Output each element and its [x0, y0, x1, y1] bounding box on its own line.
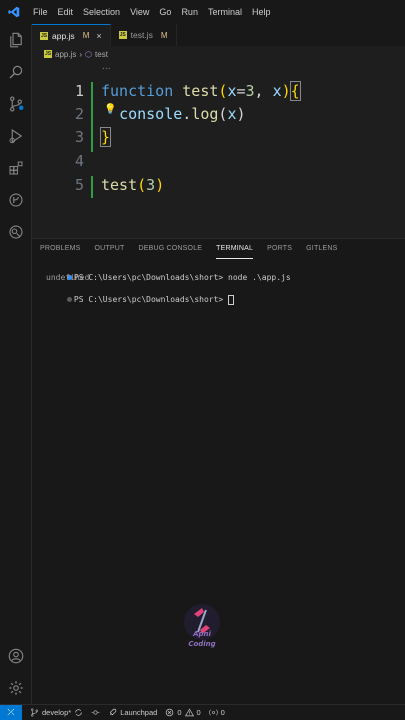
modified-indicator: M: [160, 30, 168, 40]
terminal-line: PS C:\Users\pc\Downloads\short> node .\a…: [38, 261, 291, 282]
terminal-output-line: undefined: [46, 273, 90, 282]
ports-count: 0: [220, 708, 225, 717]
code-line: 4: [32, 152, 405, 174]
git-graph-status[interactable]: [91, 708, 100, 717]
launchpad-label: Launchpad: [120, 708, 158, 717]
code-line: 1 function test(x=3, x){: [32, 81, 405, 104]
line-number: 3: [74, 128, 84, 146]
menu-file[interactable]: File: [28, 0, 53, 24]
menu-go[interactable]: Go: [154, 0, 176, 24]
js-file-icon: JS: [44, 50, 52, 58]
menu-bar: File Edit Selection View Go Run Terminal…: [0, 0, 405, 24]
panel-tabs: PROBLEMS OUTPUT DEBUG CONSOLE TERMINAL P…: [32, 239, 405, 259]
terminal-line: PS C:\Users\pc\Downloads\short>: [38, 283, 291, 305]
rocket-icon: [109, 708, 117, 716]
branch-status[interactable]: develop*: [30, 708, 83, 717]
search-icon[interactable]: [6, 62, 26, 82]
breadcrumb-file[interactable]: app.js: [55, 50, 76, 59]
menu-run[interactable]: Run: [176, 0, 203, 24]
breadcrumb-separator: ›: [79, 49, 83, 59]
vscode-logo-icon: [0, 0, 28, 24]
sticky-scroll-overflow: ...: [102, 62, 111, 72]
settings-gear-icon[interactable]: [6, 678, 26, 698]
close-tab-icon[interactable]: ×: [96, 31, 101, 41]
menu-selection[interactable]: Selection: [78, 0, 125, 24]
code-text: console.log(x): [119, 105, 246, 123]
sync-icon: [75, 709, 82, 716]
remote-connection-icon[interactable]: ⤫: [0, 704, 22, 720]
ports-status[interactable]: 0: [208, 708, 225, 717]
extensions-icon[interactable]: [6, 158, 26, 178]
error-icon: [166, 708, 174, 717]
menu-edit[interactable]: Edit: [53, 0, 79, 24]
line-number: 5: [74, 176, 84, 194]
status-bar: ⤫ develop* Launchpad 0 0 0: [0, 704, 405, 720]
watermark-text: Coding: [188, 640, 216, 648]
code-text: function test(x=3, x){: [101, 81, 301, 101]
run-debug-icon[interactable]: [6, 126, 26, 146]
warning-count: 0: [196, 708, 201, 717]
code-line: 2 console.log(x): [32, 105, 405, 127]
launchpad-status[interactable]: Launchpad: [108, 708, 157, 717]
account-icon[interactable]: [6, 646, 26, 666]
git-branch-icon: [31, 708, 38, 717]
js-file-icon: JS: [40, 31, 48, 40]
function-symbol-icon: ⬡: [85, 49, 93, 59]
line-number: 2: [74, 105, 84, 123]
code-text: test(3): [101, 176, 165, 194]
terminal-output[interactable]: PS C:\Users\pc\Downloads\short> node .\a…: [38, 261, 291, 305]
command-pending-icon: [66, 297, 72, 302]
terminal-cursor: [228, 294, 235, 305]
tab-test-js[interactable]: JS test.js M: [110, 24, 177, 46]
git-graph-icon: [91, 710, 100, 715]
tab-gitlens[interactable]: GITLENS: [306, 239, 337, 259]
tab-debug-console[interactable]: DEBUG CONSOLE: [138, 239, 202, 259]
broadcast-icon: [208, 709, 218, 716]
tab-label: app.js: [52, 30, 75, 41]
line-number: 4: [74, 152, 84, 170]
tab-label: test.js: [130, 30, 153, 40]
menu-terminal[interactable]: Terminal: [203, 0, 247, 24]
lightbulb-icon[interactable]: 💡: [104, 104, 116, 115]
editor-tab-bar: JS app.js M × JS test.js M: [32, 24, 405, 46]
menu-help[interactable]: Help: [247, 0, 276, 24]
explorer-icon[interactable]: [6, 30, 26, 50]
gitlens-icon[interactable]: [6, 190, 26, 210]
code-line: 5 test(3): [32, 176, 405, 198]
code-text: }: [99, 127, 112, 147]
tab-output[interactable]: OUTPUT: [95, 239, 125, 259]
tab-terminal[interactable]: TERMINAL: [216, 239, 254, 259]
apni-coding-watermark-logo: Apni Coding: [172, 600, 232, 656]
branch-name: develop*: [42, 708, 72, 717]
js-file-icon: JS: [118, 31, 127, 39]
code-editor[interactable]: 1 function test(x=3, x){ 2 console.log(x…: [32, 76, 405, 226]
problems-status[interactable]: 0 0: [165, 708, 201, 717]
tab-app-js[interactable]: JS app.js M ×: [32, 24, 111, 46]
breadcrumb-symbol[interactable]: test: [95, 50, 108, 59]
activity-bar: [0, 24, 32, 704]
source-control-icon[interactable]: [6, 94, 26, 114]
error-count: 0: [177, 708, 182, 717]
warning-icon: [184, 708, 194, 717]
terminal-prompt: PS C:\Users\pc\Downloads\short>: [73, 295, 224, 304]
line-number: 1: [74, 82, 84, 100]
tab-ports[interactable]: PORTS: [267, 239, 292, 259]
code-line: 3 }: [32, 127, 405, 150]
breadcrumb: JS app.js › ⬡ test: [32, 46, 405, 62]
modified-indicator: M: [82, 31, 90, 40]
menu-view[interactable]: View: [125, 0, 154, 24]
watermark-text: Apni: [193, 630, 211, 638]
remote-explorer-icon[interactable]: [6, 222, 26, 242]
tab-problems[interactable]: PROBLEMS: [40, 239, 81, 259]
